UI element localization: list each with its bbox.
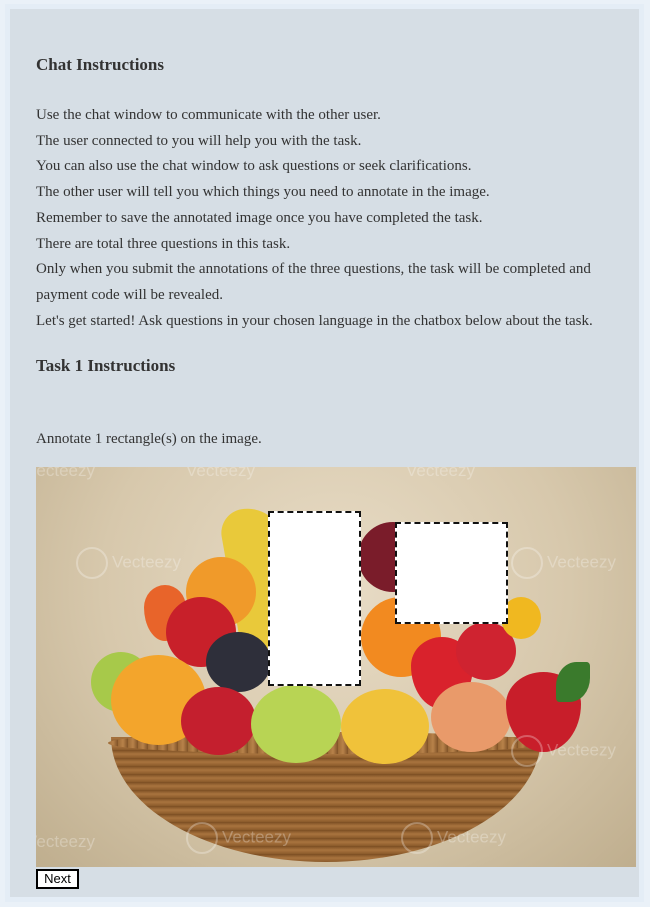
- watermark-text: Vecteezy: [186, 822, 291, 854]
- task-instructions-heading: Task 1 Instructions: [36, 356, 176, 375]
- instruction-line: There are total three questions in this …: [36, 235, 291, 252]
- grape-cluster-shape: [206, 632, 271, 692]
- watermark-text: Vecteezy: [511, 735, 616, 767]
- task-panel: Chat Instructions Use the chat window to…: [22, 17, 636, 897]
- watermark-logo-icon: [511, 547, 543, 579]
- instruction-line: You can also use the chat window to ask …: [36, 158, 472, 175]
- instruction-line: Let's get started! Ask questions in your…: [36, 312, 593, 329]
- task-instruction-text: Annotate 1 rectangle(s) on the image.: [36, 431, 262, 447]
- instruction-line: The user connected to you will help you …: [36, 132, 362, 149]
- watermark-logo-icon: [186, 822, 218, 854]
- watermark-logo-icon: [511, 735, 543, 767]
- task-panel-frame: Chat Instructions Use the chat window to…: [5, 4, 644, 902]
- apple-green-front-shape: [251, 685, 341, 763]
- instruction-line: The other user will tell you which thing…: [36, 184, 490, 201]
- annotation-rectangle[interactable]: [268, 511, 361, 686]
- leaf-shape: [556, 662, 590, 702]
- watermark-text: Vecteezy: [36, 832, 95, 851]
- peach-shape: [431, 682, 511, 752]
- watermark-text: Vecteezy: [406, 467, 475, 480]
- watermark-text: Vecteezy: [186, 467, 255, 480]
- instruction-line: Remember to save the annotated image onc…: [36, 209, 483, 226]
- watermark-logo-icon: [76, 547, 108, 579]
- chat-instructions-heading: Chat Instructions: [36, 55, 164, 74]
- pear-shape: [341, 689, 429, 764]
- instruction-line: Use the chat window to communicate with …: [36, 107, 381, 123]
- watermark-logo-icon: [401, 822, 433, 854]
- annotation-rectangle[interactable]: [395, 522, 508, 624]
- next-button[interactable]: Next: [36, 869, 79, 889]
- watermark-text: Vecteezy: [76, 547, 181, 579]
- annotation-image-canvas[interactable]: Vecteezy Vecteezy Vecteezy Vecteezy Vect…: [36, 467, 636, 867]
- watermark-text: Vecteezy: [36, 467, 95, 480]
- chat-instructions-text: Use the chat window to communicate with …: [36, 103, 636, 334]
- watermark-text: Vecteezy: [511, 547, 616, 579]
- watermark-text: Vecteezy: [401, 822, 506, 854]
- apple-red-front-shape: [181, 687, 256, 755]
- instruction-line: Only when you submit the annotations of …: [36, 261, 591, 303]
